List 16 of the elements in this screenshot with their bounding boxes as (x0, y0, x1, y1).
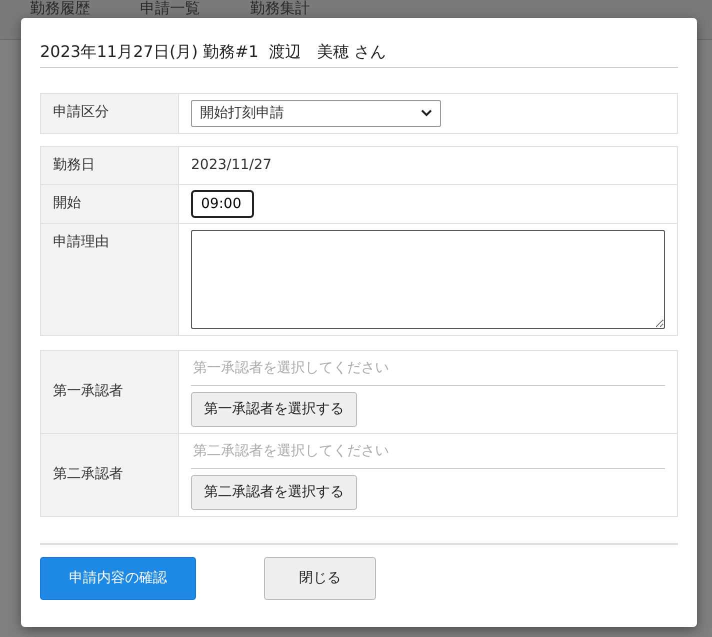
dialog-title: 2023年11月27日(月) 勤務#1 渡辺 美穂 さん (40, 42, 678, 68)
field-label: 第二承認者 (40, 433, 178, 516)
select-approver-button[interactable]: 第二承認者を選択する (191, 474, 357, 510)
chevron-down-icon (421, 109, 432, 118)
field-label: 勤務日 (40, 146, 178, 184)
request-type-dropdown[interactable]: 開始打刻申請 (191, 100, 441, 127)
field-label: 開始 (40, 184, 178, 224)
field-label: 第一承認者 (40, 350, 178, 434)
time-input-field[interactable]: 09:00 (191, 190, 254, 218)
field-value: 2023/11/27 (191, 156, 272, 173)
confirm-button[interactable]: 申請内容の確認 (40, 556, 196, 600)
close-button[interactable]: 閉じる (264, 556, 376, 600)
field-label: 申請理由 (40, 223, 178, 336)
field-label: 申請区分 (40, 93, 178, 134)
select-approver-button[interactable]: 第一承認者を選択する (191, 392, 357, 427)
reason-text-area[interactable] (191, 230, 665, 329)
